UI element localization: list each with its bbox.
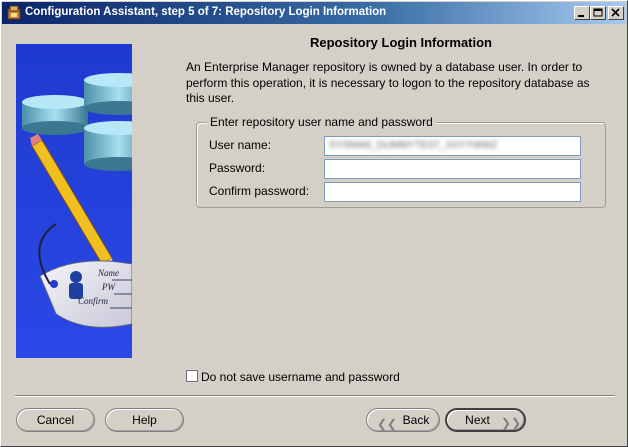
- repository-illustration: Name PW Confirm: [16, 44, 132, 358]
- page-heading: Repository Login Information: [310, 35, 492, 50]
- do-not-save-checkbox[interactable]: [186, 370, 198, 382]
- window-title: Configuration Assistant, step 5 of 7: Re…: [25, 6, 387, 18]
- back-button[interactable]: ❮❮ Back: [366, 408, 440, 432]
- tag-name-label: Name: [97, 268, 119, 278]
- help-button-label: Help: [132, 413, 157, 427]
- chevron-right-icon: ❯❯: [501, 416, 522, 430]
- username-field[interactable]: SYSMAN_DUMMYTEST_XXYYWWZ: [324, 136, 581, 156]
- username-label: User name:: [209, 138, 272, 152]
- next-button-label: Next: [465, 413, 490, 427]
- confirm-password-field[interactable]: [324, 182, 581, 202]
- maximize-icon: [593, 8, 603, 17]
- page-description: An Enterprise Manager repository is owne…: [186, 60, 590, 105]
- close-button[interactable]: [608, 6, 624, 20]
- tag-confirm-label: Confirm: [78, 296, 109, 306]
- close-icon: [611, 8, 620, 17]
- cancel-button[interactable]: Cancel: [16, 408, 95, 432]
- credentials-group-legend: Enter repository user name and password: [207, 115, 436, 129]
- do-not-save-label[interactable]: Do not save username and password: [201, 370, 400, 384]
- title-bar[interactable]: Configuration Assistant, step 5 of 7: Re…: [2, 2, 626, 24]
- button-separator: [15, 395, 615, 397]
- minimize-button[interactable]: [574, 6, 590, 20]
- username-value: SYSMAN_DUMMYTEST_XXYYWWZ: [329, 140, 498, 151]
- app-icon: [7, 5, 21, 20]
- password-field[interactable]: [324, 159, 581, 179]
- confirm-password-label: Confirm password:: [209, 184, 310, 198]
- cancel-button-label: Cancel: [36, 413, 75, 427]
- help-button[interactable]: Help: [105, 408, 184, 432]
- password-label: Password:: [209, 161, 266, 175]
- tag-pw-label: PW: [101, 282, 116, 292]
- chevron-left-icon: ❮❮: [377, 417, 398, 431]
- next-button[interactable]: Next ❯❯: [445, 408, 526, 432]
- configuration-assistant-window: Configuration Assistant, step 5 of 7: Re…: [0, 0, 628, 447]
- minimize-icon: [578, 15, 584, 17]
- maximize-button[interactable]: [590, 6, 606, 20]
